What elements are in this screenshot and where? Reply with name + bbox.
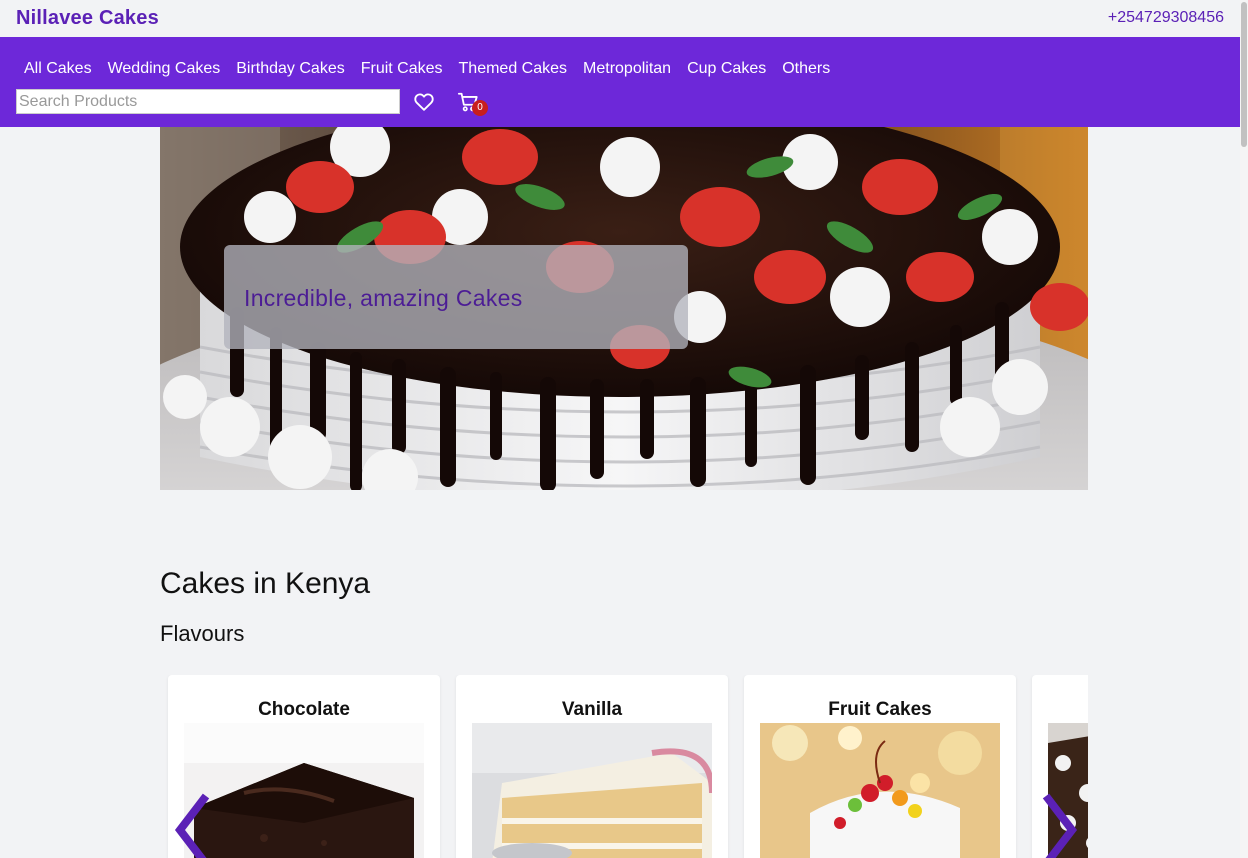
fruit-cake-image	[760, 723, 1000, 858]
carousel-next-arrow-icon[interactable]	[1030, 790, 1090, 858]
flavour-card-title: Vanilla	[561, 699, 623, 720]
section-subtitle: Flavours	[160, 621, 245, 646]
flavour-card-title: Chocolate	[258, 699, 350, 720]
heart-icon[interactable]	[413, 91, 435, 113]
nav-others[interactable]: Others	[774, 60, 838, 78]
page-scrollbar[interactable]	[1240, 0, 1248, 858]
flavour-card-fruit-cakes[interactable]: Fruit Cakes	[744, 675, 1016, 858]
phone-number[interactable]: +254729308456	[1108, 9, 1224, 27]
section-title: Cakes in Kenya	[160, 567, 371, 600]
chocolate-cake-image	[184, 723, 424, 858]
nav-wedding-cakes[interactable]: Wedding Cakes	[100, 60, 229, 78]
search-input[interactable]	[16, 89, 400, 114]
hero-caption-box: Incredible, amazing Cakes	[224, 245, 688, 349]
nav-birthday-cakes[interactable]: Birthday Cakes	[228, 60, 353, 78]
nav-cup-cakes[interactable]: Cup Cakes	[679, 60, 774, 78]
nav-all-cakes[interactable]: All Cakes	[16, 60, 100, 78]
top-bar: Nillavee Cakes +254729308456	[0, 0, 1240, 37]
brand-logo[interactable]: Nillavee Cakes	[16, 7, 159, 30]
flavours-carousel: Chocolate Vanilla Fruit Cakes	[160, 675, 1088, 858]
hero-banner: Incredible, amazing Cakes	[160, 127, 1088, 490]
flavour-card-title: Fruit Cakes	[828, 699, 932, 720]
scrollbar-thumb[interactable]	[1241, 2, 1247, 147]
nav-metropolitan[interactable]: Metropolitan	[575, 60, 679, 78]
nav-themed-cakes[interactable]: Themed Cakes	[451, 60, 576, 78]
nav-fruit-cakes[interactable]: Fruit Cakes	[353, 60, 451, 78]
flavour-card-vanilla[interactable]: Vanilla	[456, 675, 728, 858]
carousel-prev-arrow-icon[interactable]	[160, 790, 220, 858]
category-nav: All Cakes Wedding Cakes Birthday Cakes F…	[16, 60, 838, 78]
navbar: All Cakes Wedding Cakes Birthday Cakes F…	[0, 37, 1240, 127]
vanilla-cake-image	[472, 723, 712, 858]
hero-caption: Incredible, amazing Cakes	[244, 285, 523, 311]
cart-count-badge: 0	[472, 100, 488, 116]
